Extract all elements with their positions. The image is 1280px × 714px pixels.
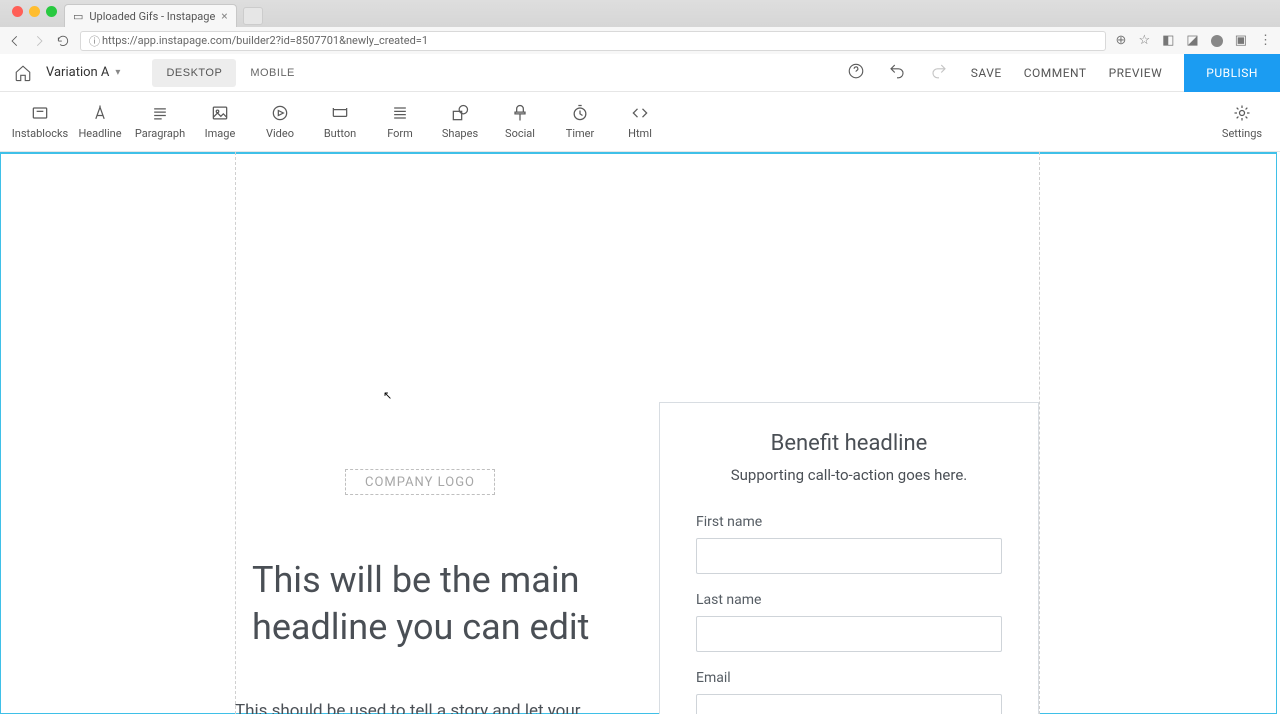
tab-strip: ▭ Uploaded Gifs - Instapage × — [0, 0, 1280, 27]
tool-label: Settings — [1222, 127, 1262, 140]
tool-social[interactable]: Social — [490, 103, 550, 140]
variation-selector[interactable]: Variation A ▾ — [46, 65, 120, 80]
tool-label: Html — [628, 127, 652, 140]
tool-label: Timer — [566, 127, 594, 140]
url-text: https://app.instapage.com/builder2?id=85… — [102, 34, 428, 47]
publish-button[interactable]: PUBLISH — [1184, 54, 1280, 92]
form-subtitle[interactable]: Supporting call-to-action goes here. — [696, 466, 1002, 484]
extension-icon-2[interactable]: ◪ — [1186, 33, 1198, 48]
editor-canvas[interactable]: ↖ COMPANY LOGO This will be the main hea… — [0, 152, 1280, 714]
tool-html[interactable]: Html — [610, 103, 670, 140]
chrome-menu-icon[interactable]: ⋮ — [1259, 33, 1272, 48]
help-icon[interactable] — [847, 62, 865, 84]
home-icon[interactable] — [14, 64, 32, 82]
mouse-cursor-icon: ↖ — [383, 389, 392, 402]
tool-label: Video — [266, 127, 294, 140]
reload-icon[interactable] — [56, 34, 70, 48]
tool-label: Paragraph — [135, 127, 185, 140]
first-name-label: First name — [696, 514, 1002, 530]
tool-button[interactable]: Button — [310, 103, 370, 140]
zoom-icon[interactable]: ⊕ — [1116, 33, 1127, 48]
tab-title: Uploaded Gifs - Instapage — [89, 10, 215, 23]
tool-label: Social — [505, 127, 535, 140]
protocol-icon: ⓘ — [89, 33, 100, 49]
tool-label: Headline — [78, 127, 121, 140]
tool-headline[interactable]: Headline — [70, 103, 130, 140]
browser-action-icons: ⊕ ☆ ◧ ◪ ▣ ⋮ — [1116, 33, 1272, 48]
browser-chrome: ▭ Uploaded Gifs - Instapage × ⓘ https://… — [0, 0, 1280, 54]
logo-placeholder-text: COMPANY LOGO — [365, 475, 475, 490]
tab-favicon: ▭ — [73, 10, 83, 23]
profile-icon[interactable] — [1211, 35, 1223, 47]
browser-tab[interactable]: ▭ Uploaded Gifs - Instapage × — [64, 4, 237, 27]
tool-settings[interactable]: Settings — [1214, 103, 1270, 140]
app-bar: Variation A ▾ DESKTOP MOBILE SAVE COMMEN… — [0, 54, 1280, 92]
view-desktop-button[interactable]: DESKTOP — [152, 59, 236, 87]
address-bar[interactable]: ⓘ https://app.instapage.com/builder2?id=… — [80, 31, 1106, 51]
variation-label: Variation A — [46, 65, 109, 80]
tool-paragraph[interactable]: Paragraph — [130, 103, 190, 140]
maximize-window-icon[interactable] — [46, 6, 57, 17]
preview-button[interactable]: PREVIEW — [1109, 66, 1163, 80]
extension-icon[interactable]: ◧ — [1162, 33, 1174, 48]
comment-button[interactable]: COMMENT — [1024, 66, 1087, 80]
tool-label: Image — [205, 127, 236, 140]
minimize-window-icon[interactable] — [29, 6, 40, 17]
chevron-down-icon: ▾ — [115, 67, 120, 78]
tool-label: Instablocks — [12, 127, 68, 140]
tool-bar: Instablocks Headline Paragraph Image Vid… — [0, 92, 1280, 152]
story-paragraph[interactable]: This should be used to tell a story and … — [235, 699, 605, 714]
tool-shapes[interactable]: Shapes — [430, 103, 490, 140]
tool-video[interactable]: Video — [250, 103, 310, 140]
undo-icon[interactable] — [887, 62, 907, 84]
email-input[interactable] — [696, 694, 1002, 714]
nav-back-icon[interactable] — [8, 34, 22, 48]
tool-image[interactable]: Image — [190, 103, 250, 140]
window-controls[interactable] — [4, 6, 65, 17]
redo-icon[interactable] — [929, 62, 949, 84]
save-button[interactable]: SAVE — [971, 66, 1002, 80]
first-name-input[interactable] — [696, 538, 1002, 574]
view-mobile-button[interactable]: MOBILE — [236, 59, 309, 87]
lead-form-card[interactable]: Benefit headline Supporting call-to-acti… — [659, 402, 1039, 714]
main-headline[interactable]: This will be the main headline you can e… — [252, 557, 632, 651]
tool-instablocks[interactable]: Instablocks — [10, 103, 70, 140]
form-title[interactable]: Benefit headline — [696, 431, 1002, 456]
tab-close-icon[interactable]: × — [221, 9, 227, 23]
email-label: Email — [696, 670, 1002, 686]
tool-label: Form — [387, 127, 413, 140]
tool-form[interactable]: Form — [370, 103, 430, 140]
tool-timer[interactable]: Timer — [550, 103, 610, 140]
extension-icon-3[interactable]: ▣ — [1235, 33, 1247, 48]
new-tab-button[interactable] — [243, 7, 263, 25]
close-window-icon[interactable] — [12, 6, 23, 17]
nav-forward-icon[interactable] — [32, 34, 46, 48]
tool-label: Button — [324, 127, 356, 140]
bookmark-star-icon[interactable]: ☆ — [1138, 33, 1150, 48]
address-bar-row: ⓘ https://app.instapage.com/builder2?id=… — [0, 27, 1280, 54]
last-name-input[interactable] — [696, 616, 1002, 652]
last-name-label: Last name — [696, 592, 1002, 608]
company-logo-placeholder[interactable]: COMPANY LOGO — [345, 469, 495, 495]
tool-label: Shapes — [442, 127, 478, 140]
view-toggle: DESKTOP MOBILE — [152, 59, 308, 87]
